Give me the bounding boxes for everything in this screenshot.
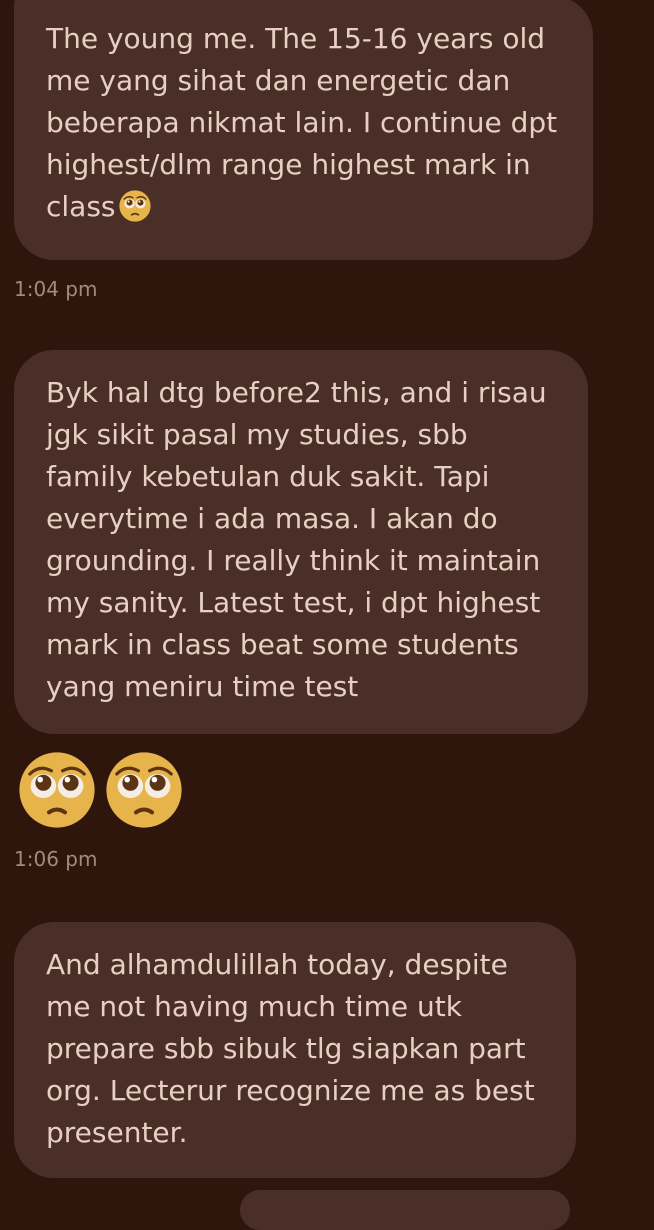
- pleading-face-icon[interactable]: [17, 750, 97, 830]
- message-timestamp: 1:04 pm: [14, 277, 98, 301]
- message-bubble[interactable]: Byk hal dtg before2 this, and i risau jg…: [14, 350, 588, 734]
- message-text: And alhamdulillah today, despite me not …: [46, 948, 535, 1149]
- pleading-face-icon: [118, 190, 151, 222]
- message-text: Byk hal dtg before2 this, and i risau jg…: [46, 376, 547, 703]
- message-timestamp: 1:06 pm: [14, 847, 98, 871]
- chat-thread: The young me. The 15-16 years old me yan…: [0, 0, 654, 1230]
- pleading-face-icon[interactable]: [104, 750, 184, 830]
- message-bubble-partial[interactable]: [240, 1190, 570, 1230]
- message-bubble[interactable]: The young me. The 15-16 years old me yan…: [14, 0, 593, 260]
- message-bubble[interactable]: And alhamdulillah today, despite me not …: [14, 922, 576, 1178]
